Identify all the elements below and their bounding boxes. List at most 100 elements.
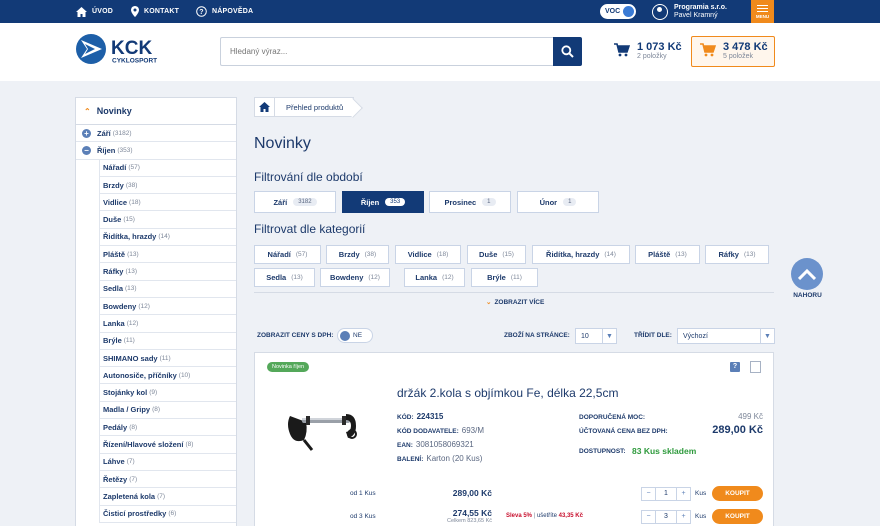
plus-button[interactable]: +: [677, 488, 690, 500]
logo-text: KCK: [111, 38, 152, 59]
sidebar-subitem[interactable]: Bowdeny (12): [99, 297, 236, 316]
sidebar-subitem[interactable]: Sedla (13): [99, 280, 236, 298]
breadcrumb-home[interactable]: [254, 97, 275, 117]
period-filter-button[interactable]: Prosinec 1: [429, 191, 511, 213]
sidebar-item-count: (353): [117, 146, 133, 154]
sidebar-subitem[interactable]: Duše (15): [99, 211, 236, 229]
help-link[interactable]: ? NÁPOVĚDA: [196, 0, 253, 23]
quantity-value[interactable]: 1: [655, 488, 677, 500]
sidebar-subitem[interactable]: SHIMANO sady (11): [99, 349, 236, 368]
tier-price: 289,00 Kč: [452, 488, 492, 498]
top-bar: ÚVOD KONTAKT ? NÁPOVĚDA VOC Programia s.…: [0, 0, 880, 23]
saving-label: ušetříte: [536, 513, 557, 519]
site-logo[interactable]: KCK CYKLOSPORT: [75, 33, 180, 67]
quantity-stepper[interactable]: −3 +: [641, 510, 691, 524]
sidebar-subitem-label: Autonosiče, příčníky: [103, 370, 177, 380]
hamburger-icon-line: [757, 10, 768, 12]
sort-value: Výchozí: [683, 332, 708, 340]
period-label: Prosinec: [444, 197, 477, 207]
product-image[interactable]: [282, 404, 364, 452]
cart-active[interactable]: 3 478 Kč 5 položek: [691, 36, 775, 67]
category-label: Řidítka, hrazdy: [546, 250, 600, 259]
cart-summary[interactable]: 1 073 Kč 2 položky: [614, 41, 682, 60]
sidebar-subitem[interactable]: Autonosiče, příčníky (10): [99, 367, 236, 385]
sidebar-subitem[interactable]: Pláště (13): [99, 246, 236, 264]
category-filter-button[interactable]: Nářadí (57): [254, 245, 321, 264]
chevron-down-icon: ▼: [602, 329, 616, 343]
unit-label: Kus: [695, 490, 707, 497]
sidebar-subitem-count: (10): [178, 371, 191, 379]
sidebar-subitem[interactable]: Brzdy (38): [99, 176, 236, 195]
plus-button[interactable]: +: [677, 511, 690, 523]
category-filter-button[interactable]: Lanka (12): [404, 268, 465, 287]
sidebar-subitem-count: (14): [158, 233, 170, 241]
per-page-select[interactable]: 10 ▼: [575, 328, 617, 344]
cart-amount: 1 073 Kč: [637, 41, 682, 53]
period-filter-button[interactable]: Září 3182: [254, 191, 336, 213]
cart-summary-text: 1 073 Kč 2 položky: [637, 41, 682, 60]
category-count: (12): [368, 274, 380, 281]
category-filter-button[interactable]: Vidlice (18): [395, 245, 461, 264]
sidebar-item-rijen[interactable]: − Říjen (353): [76, 142, 236, 160]
sidebar-subitem[interactable]: Ráfky (13): [99, 263, 236, 281]
quantity-stepper[interactable]: −1 +: [641, 487, 691, 501]
kck-logo-icon: KCK CYKLOSPORT: [76, 34, 157, 65]
category-filter-button[interactable]: Sedla (13): [254, 268, 315, 287]
help-icon[interactable]: ?: [730, 362, 740, 372]
minus-button[interactable]: −: [642, 511, 655, 523]
sidebar-subitem[interactable]: Brýle (11): [99, 332, 236, 350]
sidebar-subitem[interactable]: Vidlice (18): [99, 194, 236, 212]
category-filter-button[interactable]: Brýle (11): [471, 268, 538, 287]
sidebar-subitem[interactable]: Zapletená kola (7): [99, 488, 236, 506]
home-link[interactable]: ÚVOD: [76, 0, 113, 23]
sidebar-subitem[interactable]: Stojánky kol (9): [99, 384, 236, 402]
sidebar-subitem-count: (13): [127, 250, 139, 258]
period-filter-button[interactable]: Říjen 353: [342, 191, 424, 213]
category-count: (15): [502, 251, 514, 258]
menu-button[interactable]: MENU: [751, 0, 774, 23]
category-filter-button[interactable]: Pláště (13): [635, 245, 700, 264]
sidebar-subitem-count: (11): [123, 337, 135, 345]
chevron-down-icon: ▼: [760, 329, 774, 343]
vat-toggle[interactable]: NE: [337, 328, 373, 343]
sidebar-subitem[interactable]: Řidítka, hrazdy (14): [99, 228, 236, 247]
category-filter-button[interactable]: Brzdy (38): [326, 245, 389, 264]
contact-link[interactable]: KONTAKT: [131, 0, 179, 23]
sort-select[interactable]: Výchozí ▼: [677, 328, 775, 344]
sidebar-subitem[interactable]: Lanka (12): [99, 315, 236, 333]
product-title[interactable]: držák 2.kola s objímkou Fe, délka 22,5cm: [397, 386, 618, 400]
sidebar-subitem[interactable]: Řetězy (7): [99, 470, 236, 489]
minus-button[interactable]: −: [642, 488, 655, 500]
buy-button[interactable]: KOUPIT: [712, 509, 763, 524]
tier-discount: Sleva 5% | ušetříte 43,35 Kč: [506, 513, 583, 519]
cart-icon: [700, 43, 716, 57]
category-filter-button[interactable]: Bowdeny (12): [320, 268, 390, 287]
search-input[interactable]: [220, 37, 554, 66]
buy-button[interactable]: KOUPIT: [712, 486, 763, 501]
sidebar-subitem[interactable]: Čisticí prostředky (6): [99, 505, 236, 523]
sidebar-header[interactable]: ⌃ Novinky: [76, 98, 236, 125]
sidebar-subitem[interactable]: Láhve (7): [99, 453, 236, 471]
help-circle-icon: ?: [196, 6, 207, 17]
package: BALENÍ: Karton (20 Kus): [397, 454, 482, 463]
category-filter-button[interactable]: Duše (15): [467, 245, 526, 264]
period-filter-button[interactable]: Únor 1: [517, 191, 599, 213]
sidebar-item-zari[interactable]: + Září (3182): [76, 125, 236, 143]
search-button[interactable]: [553, 37, 582, 66]
sidebar-subitem[interactable]: Nářadí (57): [99, 159, 236, 177]
sidebar-subitem[interactable]: Řízení/Hlavové složení (8): [99, 436, 236, 454]
show-more-link[interactable]: ⌄ ZOBRAZIT VÍCE: [486, 298, 544, 306]
sidebar-subitem[interactable]: Pedály (8): [99, 419, 236, 437]
back-to-top-button[interactable]: NAHORU: [791, 258, 824, 299]
quantity-value[interactable]: 3: [655, 511, 677, 523]
sidebar-subitem-count: (18): [129, 198, 141, 206]
sidebar-subitem[interactable]: Madla / Gripy (8): [99, 401, 236, 420]
category-filter-button[interactable]: Řidítka, hrazdy (14): [532, 245, 630, 264]
document-icon[interactable]: [750, 361, 761, 373]
category-filter-title: Filtrovat dle kategorií: [254, 222, 366, 236]
category-filter-button[interactable]: Ráfky (13): [705, 245, 769, 264]
cart-count: 2 položky: [637, 53, 667, 60]
voc-toggle[interactable]: VOC: [600, 4, 636, 19]
user-account[interactable]: Programia s.r.o. Pavel Kramný: [652, 2, 727, 21]
breadcrumb-item[interactable]: Přehled produktů: [275, 97, 355, 117]
